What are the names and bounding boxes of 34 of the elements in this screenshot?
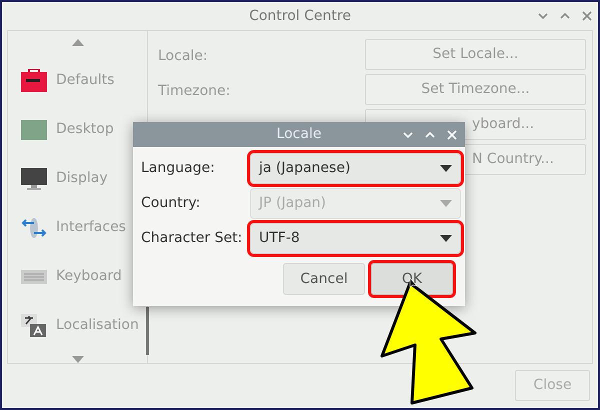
sidebar-item[interactable]: Desktop	[20, 105, 114, 154]
scroll-down-icon[interactable]	[72, 356, 84, 363]
sidebar-item[interactable]: Interfaces	[20, 203, 126, 252]
keyboard-icon	[20, 268, 48, 284]
dropdown-caret-icon	[440, 165, 452, 172]
close-icon[interactable]	[582, 11, 592, 21]
dropdown[interactable]: ja (Japanese)	[250, 153, 461, 184]
scroll-up-icon[interactable]	[72, 39, 84, 46]
close-button[interactable]: Close	[515, 370, 590, 401]
dropdown-caret-icon	[440, 200, 452, 207]
desktop-icon	[20, 118, 48, 140]
sidebar-item[interactable]: Localisation	[20, 301, 139, 350]
sidebar-item[interactable]: Display	[20, 154, 108, 203]
field-label: Language:	[141, 159, 216, 178]
setting-label: Timezone:	[158, 82, 230, 98]
translate-icon	[20, 312, 48, 338]
window-title: Control Centre	[249, 6, 351, 26]
sidebar-item[interactable]: Keyboard	[20, 252, 122, 301]
setting-label: Locale:	[158, 48, 208, 64]
dropdown[interactable]: UTF-8	[250, 223, 461, 254]
maximize-icon[interactable]	[560, 12, 570, 20]
dropdown-caret-icon	[440, 235, 452, 242]
dialog-title: Locale	[276, 125, 322, 144]
sidebar-item[interactable]: Defaults	[20, 56, 114, 105]
field-label: Country:	[141, 194, 202, 213]
interfaces-icon	[20, 216, 48, 240]
scrollbar-thumb[interactable]	[146, 307, 149, 355]
field-label: Character Set:	[141, 229, 244, 248]
toolbox-icon	[20, 68, 48, 92]
dialog-button[interactable]: Cancel	[283, 263, 365, 295]
setting-button[interactable]: Set Locale...	[365, 39, 586, 70]
setting-button[interactable]: Set Timezone...	[365, 74, 586, 105]
minimize-icon[interactable]	[538, 12, 548, 20]
monitor-icon	[20, 166, 48, 190]
